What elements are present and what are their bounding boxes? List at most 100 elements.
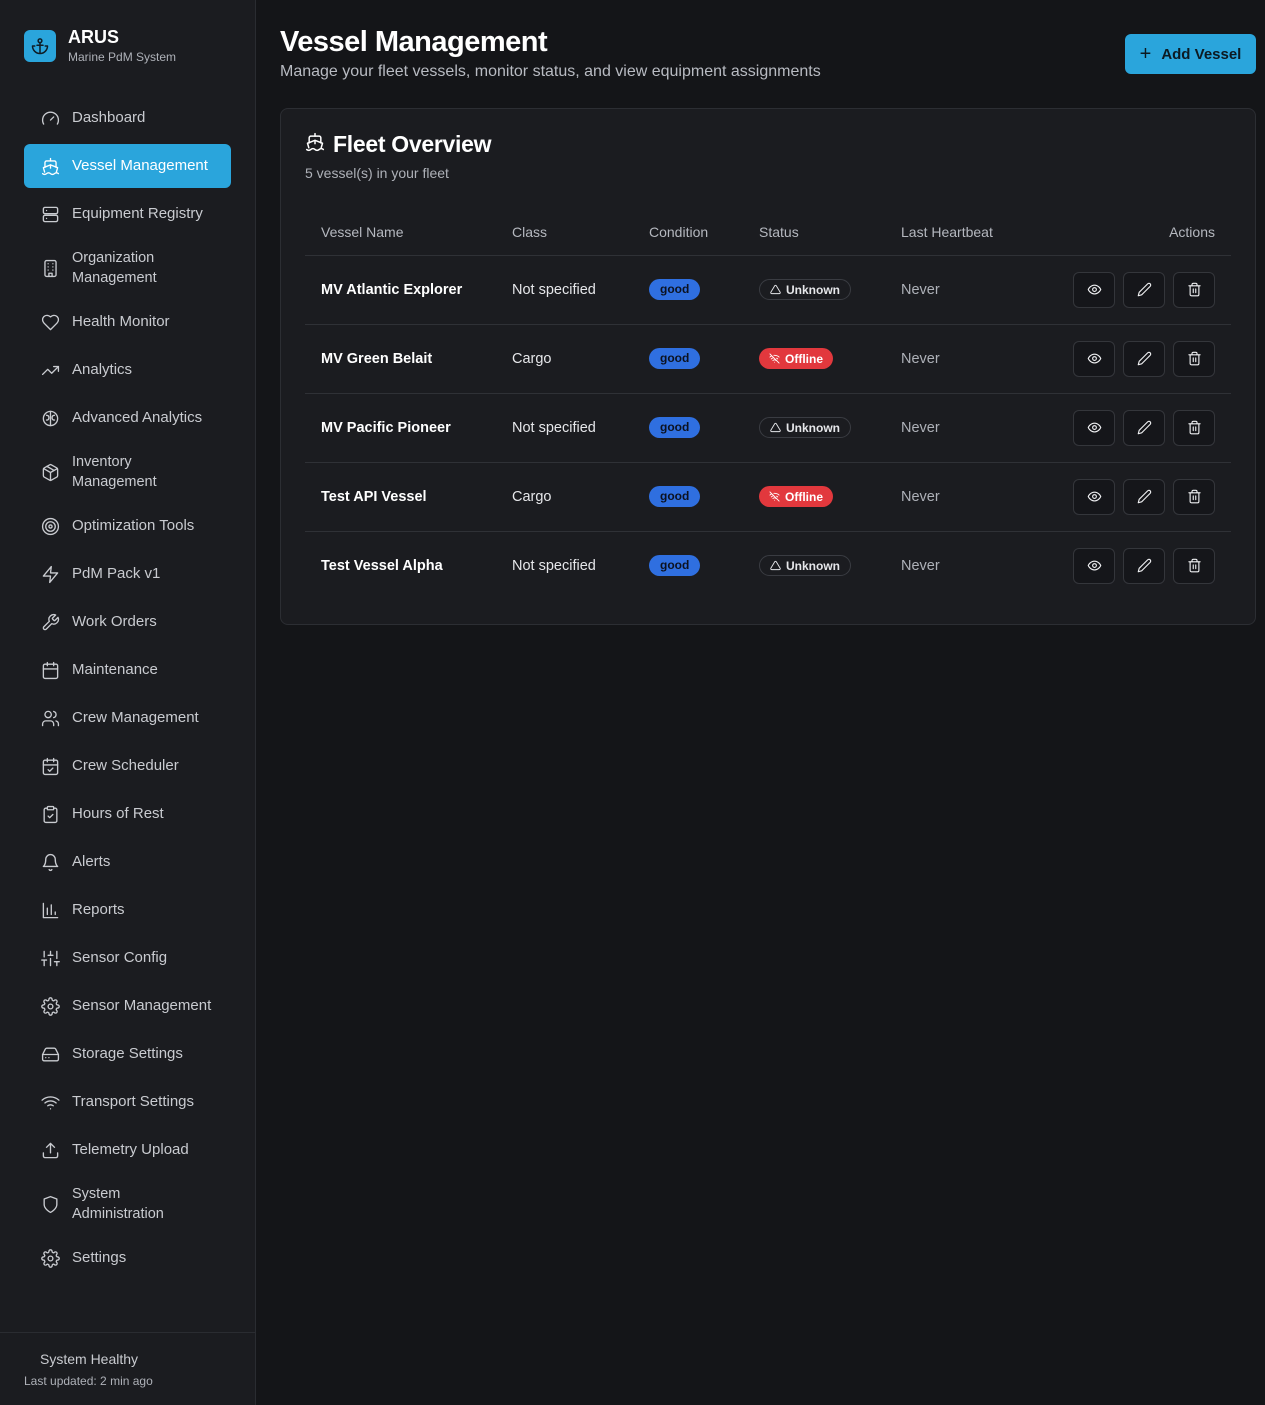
sidebar-item-crew-management[interactable]: Crew Management [24, 696, 231, 740]
edit-vessel-button[interactable] [1123, 478, 1165, 515]
sidebar-item-settings[interactable]: Settings [24, 1236, 231, 1280]
sidebar-item-label: System Administration [72, 1186, 164, 1222]
delete-vessel-button[interactable] [1173, 271, 1215, 308]
last-heartbeat: Never [901, 557, 940, 574]
sidebar-item-maintenance[interactable]: Maintenance [24, 648, 231, 692]
view-vessel-button[interactable] [1073, 547, 1115, 584]
sidebar-item-label: Reports [72, 901, 125, 918]
edit-vessel-button[interactable] [1123, 547, 1165, 584]
settings-icon [40, 1248, 60, 1268]
status-cell: Unknown [759, 531, 901, 600]
sidebar-item-equipment-registry[interactable]: Equipment Registry [24, 192, 231, 236]
vessel-class: Not specified [512, 255, 649, 325]
hard-drive-icon [40, 1044, 60, 1064]
wifi-off-icon [769, 353, 780, 364]
sidebar-item-crew-scheduler[interactable]: Crew Scheduler [24, 744, 231, 788]
table-row[interactable]: MV Green Belait Cargo good Offline Never [305, 324, 1231, 394]
sidebar-nav: Dashboard Vessel Management Equipment Regi… [24, 96, 231, 1284]
add-vessel-button[interactable]: + Add Vessel [1125, 34, 1256, 74]
column-header-vessel-name[interactable]: Vessel Name [305, 209, 512, 256]
status-badge: Unknown [759, 417, 851, 438]
eye-icon [1087, 353, 1101, 364]
vessel-name: Test Vessel Alpha [321, 557, 443, 574]
cog-icon [40, 996, 60, 1016]
building-icon [40, 258, 60, 278]
table-row[interactable]: MV Pacific Pioneer Not specified good Unkno… [305, 393, 1231, 463]
last-heartbeat: Never [901, 255, 1071, 325]
edit-vessel-button[interactable] [1123, 271, 1165, 308]
delete-vessel-button[interactable] [1173, 547, 1215, 584]
sidebar-item-optimization-tools[interactable]: Optimization Tools [24, 504, 231, 548]
status-cell: Unknown [759, 255, 901, 325]
delete-vessel-button[interactable] [1173, 409, 1215, 446]
sidebar-item-label: Analytics [72, 361, 133, 378]
alert-triangle-icon [770, 284, 781, 295]
sidebar-footer: System Healthy Last updated: 2 min ago [0, 1332, 255, 1405]
status-badge: Unknown [759, 279, 851, 300]
fleet-overview-card: Fleet Overview 5 vessel(s) in your fleet… [280, 108, 1256, 625]
sidebar-item-vessel-management[interactable]: Vessel Management [24, 144, 231, 188]
sidebar-item-hours-of-rest[interactable]: Hours of Rest [24, 792, 231, 836]
card-title: Fleet Overview [333, 131, 492, 157]
sidebar-item-health-monitor[interactable]: Health Monitor [24, 300, 231, 344]
last-updated: Last updated: 2 min ago [24, 1374, 153, 1388]
delete-vessel-button[interactable] [1173, 478, 1215, 515]
sidebar-item-system-administration[interactable]: System Administration [24, 1176, 231, 1232]
sidebar-item-organization-management[interactable]: Organization Management [24, 240, 231, 296]
sidebar-item-label: Maintenance [72, 661, 158, 678]
gauge-icon [40, 108, 60, 128]
column-header-status[interactable]: Status [759, 209, 901, 256]
ship-icon [40, 156, 60, 176]
view-vessel-button[interactable] [1073, 409, 1115, 446]
ship-icon [305, 132, 325, 157]
wifi-off-icon [769, 491, 780, 502]
edit-vessel-button[interactable] [1123, 409, 1165, 446]
column-header-condition[interactable]: Condition [649, 209, 759, 256]
sidebar-item-storage-settings[interactable]: Storage Settings [24, 1032, 231, 1076]
status-label: Offline [785, 489, 823, 504]
server-icon [40, 204, 60, 224]
wifi-icon [40, 1092, 60, 1112]
vessel-count: 5 vessel(s) in your fleet [305, 165, 449, 181]
sidebar-item-alerts[interactable]: Alerts [24, 840, 231, 884]
sidebar-item-transport-settings[interactable]: Transport Settings [24, 1080, 231, 1124]
sidebar-item-sensor-management[interactable]: Sensor Management [24, 984, 231, 1028]
sidebar-item-analytics[interactable]: Analytics [24, 348, 231, 392]
sidebar-item-label: Telemetry Upload [72, 1141, 189, 1158]
sidebar-item-advanced-analytics[interactable]: Advanced Analytics [24, 396, 231, 440]
table-row[interactable]: MV Atlantic Explorer Not specified good Unk… [305, 255, 1231, 325]
sliders-icon [40, 948, 60, 968]
sidebar-item-telemetry-upload[interactable]: Telemetry Upload [24, 1128, 231, 1172]
brand[interactable]: ARUS Marine PdM System [24, 27, 176, 65]
sidebar-item-label: Alerts [72, 853, 111, 870]
sidebar-item-label: Sensor Management [72, 997, 212, 1014]
sidebar-item-pdm-pack-v1[interactable]: PdM Pack v1 [24, 552, 231, 596]
column-header-last-heartbeat[interactable]: Last Heartbeat [901, 209, 1071, 256]
status-label: Unknown [786, 558, 840, 573]
view-vessel-button[interactable] [1073, 478, 1115, 515]
actions-cell [1071, 393, 1231, 463]
sidebar-item-work-orders[interactable]: Work Orders [24, 600, 231, 644]
table-row[interactable]: Test API Vessel Cargo good Offline Never [305, 462, 1231, 532]
edit-vessel-button[interactable] [1123, 340, 1165, 377]
sidebar-item-sensor-config[interactable]: Sensor Config [24, 936, 231, 980]
table-row[interactable]: Test Vessel Alpha Not specified good Unknow… [305, 531, 1231, 600]
column-header-class[interactable]: Class [512, 209, 649, 256]
sidebar-item-reports[interactable]: Reports [24, 888, 231, 932]
status-badge: Offline [759, 348, 833, 369]
condition-cell: good [649, 324, 759, 394]
sidebar-item-inventory-management[interactable]: Inventory Management [24, 444, 231, 500]
vessel-class: Not specified [512, 557, 596, 574]
sidebar-item-label: Advanced Analytics [72, 409, 203, 426]
users-icon [40, 708, 60, 728]
shield-icon [40, 1194, 60, 1214]
status-badge: Offline [759, 486, 833, 507]
view-vessel-button[interactable] [1073, 340, 1115, 377]
vessel-class: Not specified [512, 393, 649, 463]
sidebar-item-label: Health Monitor [72, 313, 170, 330]
actions-cell [1071, 531, 1231, 600]
sidebar-item-dashboard[interactable]: Dashboard [24, 96, 231, 140]
delete-vessel-button[interactable] [1173, 340, 1215, 377]
view-vessel-button[interactable] [1073, 271, 1115, 308]
sidebar-item-label: Dashboard [72, 109, 146, 126]
